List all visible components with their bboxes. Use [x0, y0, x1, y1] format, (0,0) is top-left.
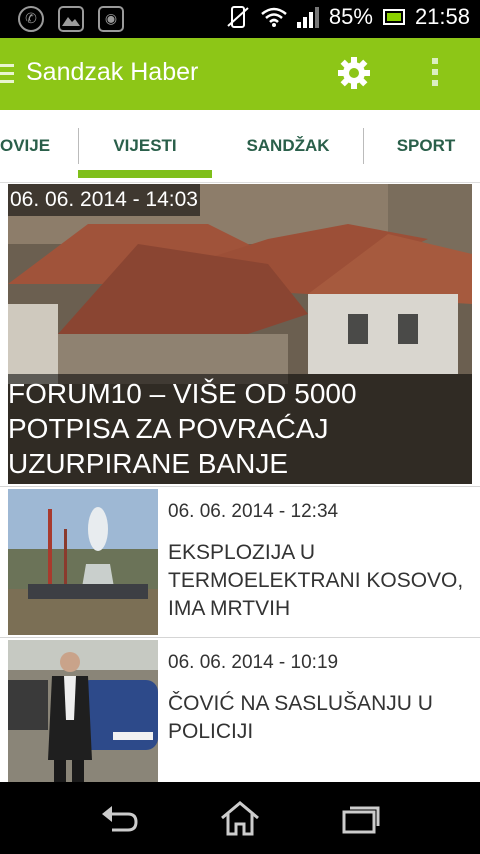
featured-date: 06. 06. 2014 - 14:03	[8, 184, 200, 216]
battery-percent: 85%	[328, 4, 373, 29]
recent-apps-icon[interactable]	[338, 800, 382, 836]
silent-icon	[227, 6, 249, 28]
system-status: 85% 21:58	[225, 4, 470, 30]
category-tabs: OVIJE VIJESTI SANDŽAK SPORT	[0, 110, 480, 183]
news-title: ČOVIĆ NA SASLUŠANJU U POLICIJI	[168, 690, 474, 746]
app-bar: Sandzak Haber	[0, 38, 480, 110]
news-date: 06. 06. 2014 - 12:34	[168, 501, 339, 522]
signal-icon	[296, 6, 319, 28]
status-bar: ✆ ◉ 85% 21:58	[0, 0, 480, 38]
wifi-icon	[261, 7, 287, 27]
featured-title-line: FORUM10 – VIŠE OD 5000	[8, 378, 357, 409]
home-icon[interactable]	[218, 800, 262, 836]
featured-title-line: UZURPIRANE BANJE GRAĐANIMA!	[8, 448, 289, 484]
selected-tab-indicator	[78, 170, 212, 178]
news-title-line: POLICIJI	[168, 720, 254, 743]
featured-title: FORUM10 – VIŠE OD 5000 POTPISA ZA POVRAĆ…	[8, 374, 472, 484]
tab-sport[interactable]: SPORT	[372, 110, 480, 182]
tab-divider	[363, 128, 364, 164]
news-thumbnail	[8, 640, 158, 786]
gallery-icon	[58, 6, 84, 32]
clock: 21:58	[414, 4, 470, 29]
app-icon: ◉	[98, 6, 124, 32]
featured-article[interactable]: 06. 06. 2014 - 14:03 FORUM10 – VIŠE OD 5…	[8, 184, 472, 484]
news-title: EKSPLOZIJA U TERMOELEKTRANI KOSOVO, IMA …	[168, 539, 474, 623]
system-nav-bar	[0, 782, 480, 854]
settings-gear-icon[interactable]	[337, 56, 371, 90]
overflow-menu-icon[interactable]	[432, 58, 440, 91]
app-title[interactable]: Sandzak Haber	[26, 58, 198, 87]
notification-icons: ✆ ◉	[18, 6, 124, 32]
battery-icon	[382, 9, 405, 25]
news-title-line: IMA MRTVIH	[168, 597, 291, 620]
news-title-line: TERMOELEKTRANI KOSOVO,	[168, 569, 464, 592]
featured-title-line: POTPISA ZA POVRAĆAJ	[8, 413, 329, 444]
news-date: 06. 06. 2014 - 10:19	[168, 652, 339, 673]
news-title-line: EKSPLOZIJA U	[168, 541, 316, 564]
tab-sandzak[interactable]: SANDŽAK	[218, 110, 358, 182]
tab-ovije[interactable]: OVIJE	[0, 110, 50, 182]
back-icon[interactable]	[98, 800, 142, 836]
whatsapp-icon: ✆	[18, 6, 44, 32]
list-item[interactable]: 06. 06. 2014 - 10:19 ČOVIĆ NA SASLUŠANJU…	[0, 637, 480, 788]
menu-icon[interactable]	[0, 64, 14, 84]
news-thumbnail	[8, 489, 158, 635]
list-item[interactable]: 06. 06. 2014 - 12:34 EKSPLOZIJA U TERMOE…	[0, 486, 480, 637]
news-title-line: ČOVIĆ NA SASLUŠANJU U	[168, 692, 433, 715]
